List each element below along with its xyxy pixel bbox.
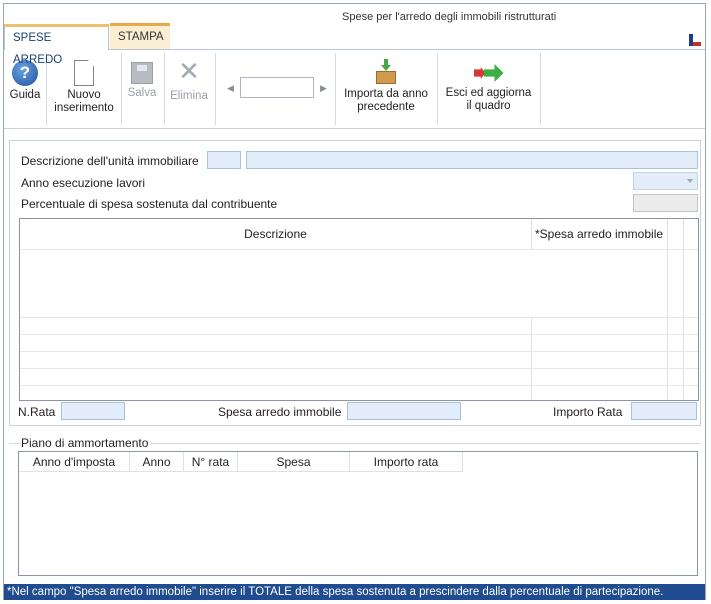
form-panel: Descrizione dell'unità immobiliare Anno … (9, 140, 701, 426)
grid-header-divider (20, 249, 698, 250)
record-navigator-input[interactable] (240, 77, 314, 98)
percentuale-field (633, 194, 698, 212)
exit-icon (473, 64, 504, 84)
piano-ammortamento-group: Piano di ammortamento Anno d'imposta Ann… (9, 436, 701, 576)
importa-label-2: precedente (357, 101, 415, 113)
chevron-down-icon (687, 179, 693, 183)
tab-spese-arredo[interactable]: SPESE ARREDO (4, 24, 109, 66)
table-row (20, 334, 698, 335)
descrizione-field[interactable] (246, 151, 698, 169)
tab-accent (4, 24, 109, 27)
ribbon-separator (121, 53, 122, 125)
ribbon-separator (540, 53, 541, 125)
next-arrow-icon[interactable]: ▶ (320, 83, 327, 94)
window-title: Spese per l'arredo degli immobili ristru… (342, 11, 557, 23)
anno-select[interactable] (633, 172, 698, 190)
prev-arrow-icon[interactable]: ◀ (227, 83, 234, 94)
esci-label-1: Esci ed aggiorna (445, 87, 532, 99)
piano-header-importo-rata[interactable]: Importo rata (350, 452, 463, 472)
grid-col-divider (667, 219, 668, 400)
salva-label: Salva (127, 87, 157, 99)
app-window: Spese per l'arredo degli immobili ristru… (3, 3, 706, 600)
ribbon-toolbar: ? Guida Nuovo inserimento Salva ✕ Elimin… (4, 49, 705, 129)
grid-col-divider (531, 317, 532, 400)
import-icon (375, 59, 397, 85)
importo-rata-field[interactable] (631, 402, 697, 420)
piano-header-anno[interactable]: Anno (130, 452, 184, 472)
anno-label: Anno esecuzione lavori (21, 176, 146, 190)
piano-header-spesa[interactable]: Spesa (238, 452, 350, 472)
piano-header-n-rata[interactable]: N° rata (184, 452, 238, 472)
table-row (20, 385, 698, 386)
importa-anno-precedente-button[interactable]: Importa da anno precedente (338, 50, 434, 128)
spesa-arredo-label: Spesa arredo immobile (218, 405, 342, 419)
importo-rata-label: Importo Rata (553, 405, 623, 419)
ribbon-separator (437, 53, 438, 125)
nrata-field[interactable] (61, 402, 125, 420)
ribbon-separator (335, 53, 336, 125)
tab-accent (110, 23, 170, 26)
table-row (20, 351, 698, 352)
elimina-button[interactable]: ✕ Elimina (167, 50, 211, 128)
nrata-label: N.Rata (18, 405, 56, 419)
table-row (20, 368, 698, 369)
esci-label-2: il quadro (466, 100, 511, 112)
title-bar: Spese per l'arredo degli immobili ristru… (4, 4, 705, 66)
nuovo-label-1: Nuovo (67, 89, 101, 101)
elimina-label: Elimina (170, 90, 208, 102)
piano-header-anno-imposta[interactable]: Anno d'imposta (19, 452, 130, 472)
flag-icon (689, 34, 701, 46)
footer-note: *Nel campo "Spesa arredo immobile" inser… (4, 584, 705, 600)
piano-legend: Piano di ammortamento (21, 436, 152, 450)
tab-label: STAMPA (118, 31, 164, 43)
descrizione-label: Descrizione dell'unità immobiliare (21, 154, 199, 168)
ribbon-separator (164, 53, 165, 125)
importa-label-1: Importa da anno (344, 88, 428, 100)
grid-header-spesa[interactable]: *Spesa arredo immobile (531, 219, 667, 249)
delete-icon: ✕ (178, 56, 200, 86)
tab-stampa[interactable]: STAMPA (110, 23, 170, 49)
tab-label: SPESE ARREDO (13, 32, 63, 66)
spese-grid[interactable]: Descrizione *Spesa arredo immobile (19, 218, 699, 401)
save-icon (131, 62, 153, 84)
new-document-icon (74, 60, 94, 86)
guida-label: Guida (9, 89, 41, 101)
esci-aggiorna-quadro-button[interactable]: Esci ed aggiorna il quadro (440, 50, 537, 128)
nuovo-label-2: inserimento (54, 102, 114, 114)
grid-col-divider (531, 219, 532, 249)
ribbon-separator (215, 53, 216, 125)
salva-button[interactable]: Salva (124, 50, 160, 128)
grid-col-divider (683, 219, 684, 400)
grid-header-descrizione[interactable]: Descrizione (20, 219, 531, 249)
piano-table[interactable]: Anno d'imposta Anno N° rata Spesa Import… (18, 451, 698, 576)
spesa-arredo-field[interactable] (347, 402, 461, 420)
percentuale-label: Percentuale di spesa sostenuta dal contr… (21, 197, 278, 211)
descrizione-code-field[interactable] (207, 151, 241, 169)
table-row (20, 317, 698, 318)
